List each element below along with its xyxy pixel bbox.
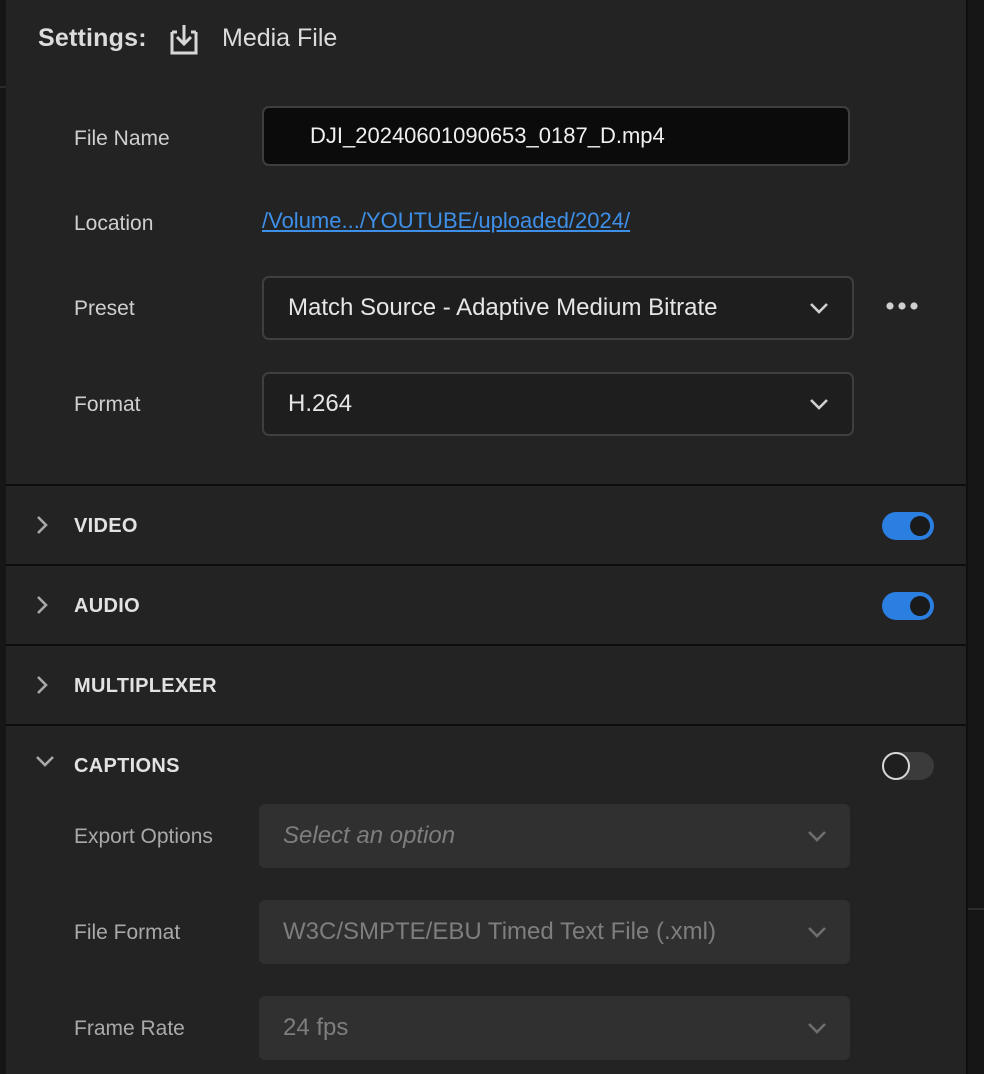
file-format-value: W3C/SMPTE/EBU Timed Text File (.xml) [283, 918, 716, 945]
export-options-label: Export Options [74, 825, 213, 848]
chevron-right-icon[interactable] [34, 514, 50, 536]
format-dropdown[interactable]: H.264 [262, 372, 854, 436]
file-name-label: File Name [74, 127, 170, 150]
section-title: AUDIO [74, 595, 140, 617]
file-name-input[interactable]: DJI_20240601090653_0187_D.mp4 [262, 106, 850, 166]
section-video[interactable]: VIDEO [6, 486, 966, 564]
chevron-down-icon [808, 1023, 826, 1034]
export-options-placeholder: Select an option [283, 822, 456, 849]
section-title: MULTIPLEXER [74, 675, 217, 697]
preset-label: Preset [74, 297, 135, 320]
preset-dropdown[interactable]: Match Source - Adaptive Medium Bitrate [262, 276, 854, 340]
toggle-knob [882, 752, 910, 780]
chevron-right-icon[interactable] [34, 594, 50, 616]
location-link[interactable]: /Volume.../YOUTUBE/uploaded/2024/ [262, 208, 630, 234]
chevron-down-icon [810, 399, 828, 410]
file-format-label: File Format [74, 921, 181, 944]
section-captions[interactable]: CAPTIONS [6, 726, 966, 804]
captions-toggle[interactable] [882, 752, 934, 780]
chevron-down-icon [810, 303, 828, 314]
section-multiplexer[interactable]: MULTIPLEXER [6, 646, 966, 724]
preset-value: Match Source - Adaptive Medium Bitrate [288, 294, 718, 321]
frame-rate-label: Frame Rate [74, 1017, 185, 1040]
export-download-icon[interactable] [166, 22, 202, 56]
right-panel-edge [968, 0, 984, 1074]
section-title: VIDEO [74, 515, 138, 537]
chevron-right-icon[interactable] [34, 674, 50, 696]
export-settings-panel: Settings: Media File File Name DJI_20240… [6, 0, 968, 1074]
more-horizontal-icon[interactable] [884, 296, 920, 316]
format-label: Format [74, 393, 141, 416]
audio-toggle[interactable] [882, 592, 934, 620]
format-value: H.264 [288, 390, 353, 417]
section-audio[interactable]: AUDIO [6, 566, 966, 644]
frame-rate-value: 24 fps [283, 1014, 349, 1041]
edge-notch [968, 908, 984, 910]
location-label: Location [74, 212, 154, 235]
chevron-down-icon [808, 927, 826, 938]
video-toggle[interactable] [882, 512, 934, 540]
settings-heading: Settings: [38, 24, 147, 52]
file-format-dropdown[interactable]: W3C/SMPTE/EBU Timed Text File (.xml) [259, 900, 850, 964]
toggle-knob [910, 596, 930, 616]
chevron-down-icon [808, 831, 826, 842]
media-file-label: Media File [222, 24, 338, 52]
section-title: CAPTIONS [74, 755, 180, 777]
export-options-dropdown[interactable]: Select an option [259, 804, 850, 868]
chevron-down-icon[interactable] [34, 754, 56, 770]
toggle-knob [910, 516, 930, 536]
frame-rate-dropdown[interactable]: 24 fps [259, 996, 850, 1060]
